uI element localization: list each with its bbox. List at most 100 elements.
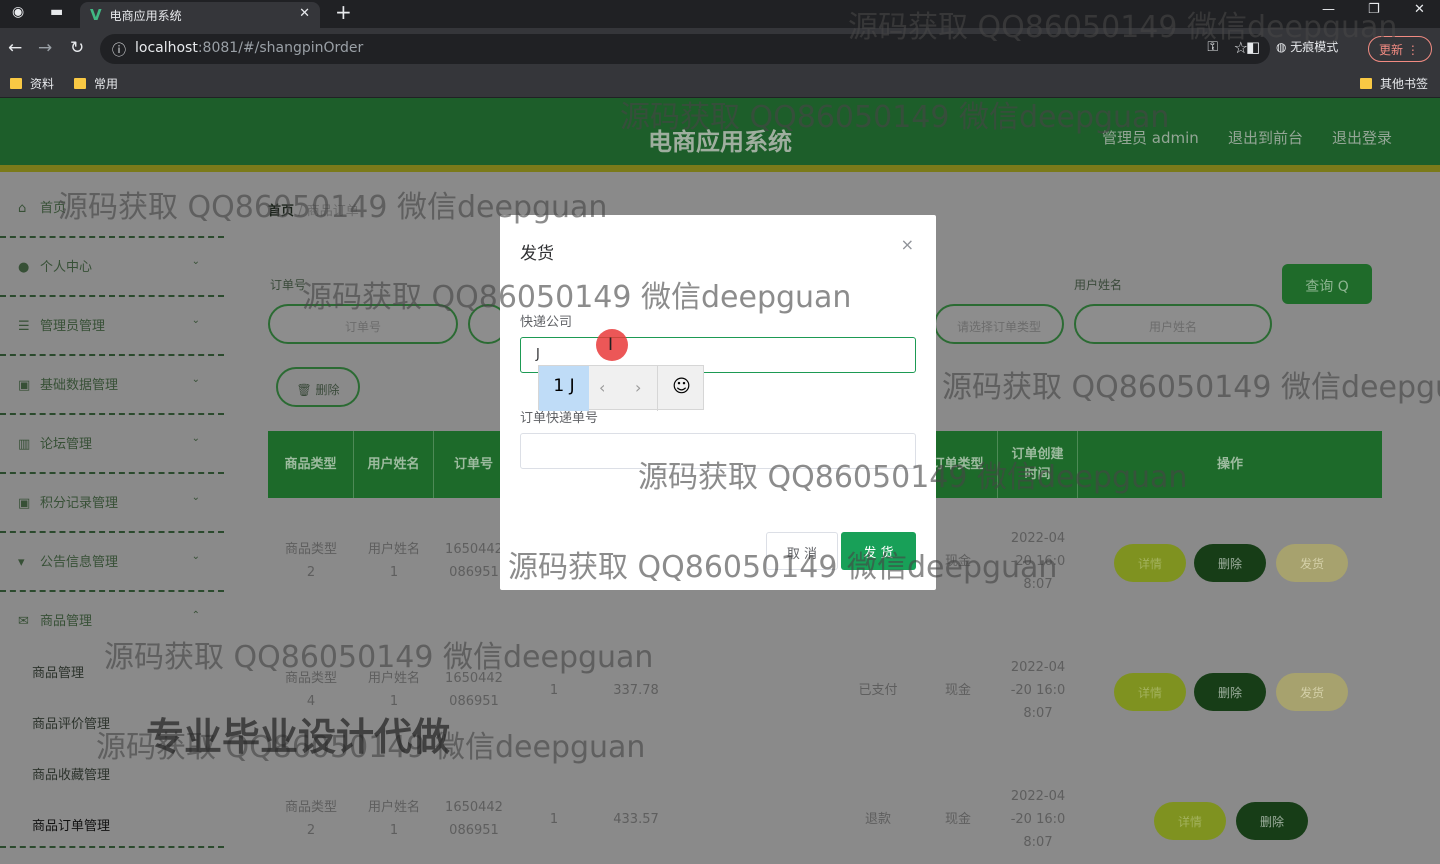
ime-candidate[interactable]: 1 J (539, 366, 589, 411)
sidebar-item-label: 基础数据管理 (40, 378, 119, 393)
cell-status: 已支付 (858, 683, 898, 698)
th-goods-type: 商品类型 (268, 431, 354, 498)
info-icon[interactable]: ⓘ (112, 40, 126, 60)
folder-icon (1360, 78, 1372, 89)
chevron-down-icon: ⌄ (191, 433, 200, 444)
back-icon[interactable]: ← (8, 38, 22, 58)
order-type-select[interactable]: 请选择订单类型 (934, 304, 1064, 344)
chevron-down-icon: ⌄ (191, 551, 200, 562)
detail-button[interactable]: 详情 (1114, 544, 1186, 582)
watermark: 源码获取 QQ86050149 微信deepguan (58, 190, 608, 225)
detail-button[interactable]: 详情 (1154, 802, 1226, 840)
query-button[interactable]: 查询 Q (1282, 264, 1372, 304)
watermark: 源码获取 QQ86050149 微信deepguan (508, 550, 1058, 585)
url-path: :8081/#/shangpinOrder (197, 40, 364, 56)
cell-created-time: 2022-04 -20 16:0 8:07 (1010, 660, 1066, 721)
forward-icon[interactable]: → (38, 38, 52, 58)
cell-goods-type: 商品类型 2 (284, 542, 337, 580)
cell-price: 433.57 (613, 812, 659, 827)
sidebar-item-notices[interactable]: ▾ 公告信息管理 ⌄ (0, 533, 224, 592)
username-input[interactable]: 用户姓名 (1074, 304, 1272, 344)
delete-button[interactable]: 删除 (1194, 673, 1266, 711)
sidebar-item-points[interactable]: ▣ 积分记录管理 ⌄ (0, 474, 224, 533)
cell-quantity: 1 (549, 812, 559, 827)
cell-quantity: 1 (549, 683, 559, 698)
delete-button[interactable]: 删除 (1236, 802, 1308, 840)
reload-icon[interactable]: ↻ (70, 38, 84, 58)
close-window-icon[interactable]: ✕ (1414, 2, 1425, 17)
back-to-front-link[interactable]: 退出到前台 (1228, 127, 1303, 148)
username-label: 用户姓名 (1074, 278, 1123, 292)
sidebar-item-label: 个人中心 (40, 260, 93, 275)
sidebar-item-basic-data[interactable]: ▣ 基础数据管理 ⌄ (0, 356, 224, 415)
bookmark-folder-ziliao[interactable]: 资料 (10, 75, 54, 92)
sidebar-item-label: 积分记录管理 (40, 496, 119, 511)
cell-order-no: 1650442 086951 (445, 800, 503, 838)
mail-icon: ✉ (18, 614, 29, 629)
chevron-down-icon: ⌄ (191, 256, 200, 267)
cell-username: 用户姓名 1 (367, 800, 420, 838)
window-icon[interactable]: ▬ (50, 4, 63, 20)
bookmark-folder-changyong[interactable]: 常用 (74, 75, 118, 92)
other-bookmarks[interactable]: 其他书签 (1360, 75, 1428, 92)
ime-prev-icon[interactable]: ‹ (599, 378, 605, 397)
batch-delete-button[interactable]: 🗑 删除 (276, 367, 360, 407)
new-tab-button[interactable]: + (335, 0, 352, 24)
sidebar-item-forum[interactable]: ▥ 论坛管理 ⌄ (0, 415, 224, 474)
url-host: localhost (135, 40, 198, 56)
sidebar-item-profile[interactable]: ● 个人中心 ⌄ (0, 238, 224, 297)
other-bookmarks-label: 其他书签 (1380, 77, 1429, 91)
watermark: 源码获取 QQ86050149 微信deepguan (848, 10, 1398, 45)
folder-icon (74, 78, 86, 89)
table-row: 商品类型 2 用户姓名 1 1650442 086951 1 433.57 退款… (268, 756, 1382, 864)
watermark: 源码获取 QQ86050149 微信deepguan (638, 460, 1188, 495)
close-icon[interactable]: × (901, 235, 914, 254)
sidebar-item-admins[interactable]: ☰ 管理员管理 ⌄ (0, 297, 224, 356)
watermark: 源码获取 QQ86050149 微信deepgu (942, 370, 1440, 405)
cell-pay-type: 现金 (944, 683, 971, 698)
th-username: 用户姓名 (354, 431, 434, 498)
browser-menu-icon[interactable]: ◉ (12, 4, 24, 20)
browser-tab[interactable]: V 电商应用系统 ✕ (80, 2, 320, 28)
sidebar-item-label: 商品管理 (40, 614, 93, 629)
ime-candidate-window: 1 J ‹ › ☺ (538, 365, 705, 411)
folder-icon (10, 78, 22, 89)
chevron-up-icon: ⌃ (191, 610, 200, 621)
more-menu-icon: ⋮ (1406, 43, 1419, 57)
cell-username: 用户姓名 1 (367, 542, 420, 580)
cell-created-time: 2022-04 -20 16:0 8:07 (1010, 789, 1066, 850)
tab-title: 电商应用系统 (109, 8, 182, 23)
chevron-down-icon: ⌄ (191, 315, 200, 326)
watermark-big: 专业毕业设计代做 (146, 715, 451, 759)
cell-price: 337.78 (613, 683, 659, 698)
order-no-label: 订单号 (270, 278, 307, 292)
bookmark-label: 常用 (94, 77, 119, 91)
chevron-down-icon: ⌄ (191, 492, 200, 503)
ship-button[interactable]: 发货 (1276, 544, 1348, 582)
sidebar-item-label: 论坛管理 (40, 437, 93, 452)
sidebar-subitem-orders[interactable]: 商品订单管理 (0, 797, 224, 848)
box-icon: ▣ (18, 496, 31, 511)
text-cursor-icon: I (608, 335, 614, 355)
detail-button[interactable]: 详情 (1114, 673, 1186, 711)
emoji-icon[interactable]: ☺ (657, 366, 705, 411)
chevron-down-icon: ⌄ (191, 374, 200, 385)
bookmark-label: 资料 (30, 77, 55, 91)
box-icon: ▣ (18, 378, 31, 393)
ime-next-icon[interactable]: › (635, 378, 641, 397)
pin-icon: ▾ (18, 555, 25, 570)
sidebar-item-label: 公告信息管理 (40, 555, 119, 570)
dialog-title: 发货 (520, 244, 554, 264)
close-tab-icon[interactable]: ✕ (299, 6, 310, 21)
delete-button[interactable]: 删除 (1194, 544, 1266, 582)
trash-icon: 🗑 (296, 383, 316, 397)
watermark: 源码获取 QQ86050149 微信deepguan (620, 100, 1170, 135)
list-icon: ☰ (18, 319, 30, 334)
logout-link[interactable]: 退出登录 (1332, 127, 1392, 148)
cell-goods-type: 商品类型 2 (284, 800, 337, 838)
sidebar-item-label: 管理员管理 (40, 319, 106, 334)
home-icon: ⌂ (18, 201, 27, 216)
watermark: 源码获取 QQ86050149 微信deepguan (104, 640, 654, 675)
ship-button[interactable]: 发货 (1276, 673, 1348, 711)
watermark: 源码获取 QQ86050149 微信deepguan (302, 280, 852, 315)
